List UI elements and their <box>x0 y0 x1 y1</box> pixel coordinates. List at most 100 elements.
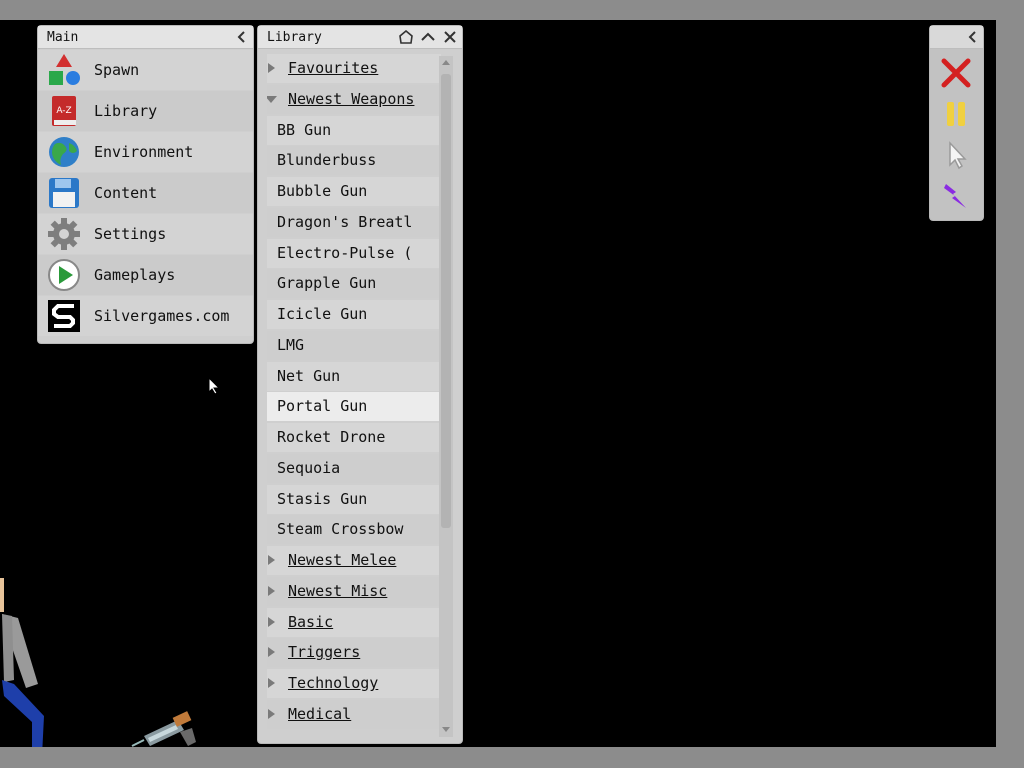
collapse-chevron-icon[interactable] <box>233 28 251 46</box>
chevron-up-icon[interactable] <box>419 28 437 46</box>
library-item[interactable]: Grapple Gun <box>267 269 441 299</box>
mouse-cursor-icon <box>208 377 220 395</box>
main-item-label: Spawn <box>94 61 140 79</box>
library-book-icon: A-Z <box>52 96 76 126</box>
library-item[interactable]: Icicle Gun <box>267 300 441 329</box>
main-item-gameplays[interactable]: Gameplays <box>38 255 253 295</box>
library-item-label: Portal Gun <box>277 397 368 416</box>
library-panel: Library Favourites Newest Weapons BB Gun Bl… <box>258 26 462 743</box>
library-category-label: Newest Melee <box>288 551 397 569</box>
library-category[interactable]: Newest Weapons <box>267 84 441 114</box>
globe-icon <box>49 137 79 167</box>
library-item-label: Stasis Gun <box>277 489 368 508</box>
library-category[interactable]: Technology <box>267 669 441 698</box>
main-panel: Main Spawn A-Z Library Environment Conte… <box>38 26 253 343</box>
library-item-label: Dragon's Breatl <box>277 212 413 231</box>
collapsed-triangle-icon[interactable] <box>268 63 275 73</box>
gear-icon <box>48 218 80 250</box>
collapsed-triangle-icon[interactable] <box>268 708 275 719</box>
library-category[interactable]: Newest Melee <box>267 546 441 575</box>
library-item[interactable]: Portal Gun <box>267 392 441 422</box>
syringe-item[interactable] <box>130 710 198 747</box>
main-item-label: Settings <box>94 225 167 243</box>
library-category-label: Newest Misc <box>288 581 388 600</box>
library-item-label: Rocket Drone <box>277 428 386 446</box>
svg-text:A-Z: A-Z <box>56 106 71 116</box>
main-item-label: Silvergames.com <box>94 307 230 325</box>
main-item-silvergames[interactable]: Silvergames.com <box>38 296 253 336</box>
library-item[interactable]: LMG <box>267 330 441 360</box>
library-item-label: Icicle Gun <box>277 305 368 323</box>
library-category-label: Newest Weapons <box>288 89 415 108</box>
main-item-environment[interactable]: Environment <box>38 132 253 172</box>
scrollbar-thumb[interactable] <box>441 74 451 528</box>
library-item-label: Electro-Pulse ( <box>277 243 413 262</box>
library-item[interactable]: Sequoia <box>267 453 441 483</box>
library-category[interactable]: Basic <box>267 607 441 637</box>
collapsed-triangle-icon[interactable] <box>268 616 275 627</box>
library-category-label: Technology <box>288 674 379 692</box>
collapsed-triangle-icon[interactable] <box>268 647 275 658</box>
library-category[interactable]: Newest Misc <box>267 576 441 606</box>
library-item[interactable]: Dragon's Breatl <box>267 207 441 237</box>
expanded-triangle-icon[interactable] <box>267 95 277 103</box>
library-item-label: Bubble Gun <box>277 182 368 200</box>
lightning-tool-icon[interactable] <box>940 180 972 212</box>
toolbar-panel-header[interactable] <box>930 26 983 49</box>
library-category-label: Favourites <box>288 59 379 77</box>
library-panel-header[interactable]: Library <box>258 26 462 49</box>
library-item[interactable]: Rocket Drone <box>267 423 441 452</box>
scroll-up-arrow-icon[interactable] <box>442 60 450 65</box>
library-item-label: Blunderbuss <box>277 151 377 170</box>
collapse-chevron-icon[interactable] <box>964 28 982 46</box>
library-scrollbar[interactable] <box>439 56 453 737</box>
library-item-label: Net Gun <box>277 366 341 385</box>
spawn-shapes-icon <box>49 54 80 85</box>
main-panel-title: Main <box>47 29 79 45</box>
main-menu-list: Spawn A-Z Library Environment Content Se… <box>38 50 253 336</box>
main-panel-header[interactable]: Main <box>38 26 253 49</box>
delete-tool-icon[interactable] <box>940 57 972 89</box>
pause-icon[interactable] <box>940 98 972 130</box>
scroll-down-arrow-icon[interactable] <box>442 727 450 732</box>
toolbar-panel <box>930 26 983 220</box>
library-category-label: Basic <box>288 612 334 631</box>
library-item[interactable]: BB Gun <box>267 115 441 145</box>
close-icon[interactable] <box>441 28 459 46</box>
main-item-label: Gameplays <box>94 266 176 284</box>
library-item-label: Grapple Gun <box>277 274 377 293</box>
silvergames-logo-icon <box>48 300 80 332</box>
collapsed-triangle-icon[interactable] <box>268 555 275 565</box>
library-item-label: LMG <box>277 335 305 354</box>
floppy-disk-icon <box>49 178 79 208</box>
main-item-spawn[interactable]: Spawn <box>38 50 253 90</box>
library-item-label: Sequoia <box>277 458 341 477</box>
collapsed-triangle-icon[interactable] <box>268 585 275 596</box>
library-item-label: Steam Crossbow <box>277 520 404 539</box>
library-item[interactable]: Electro-Pulse ( <box>267 238 441 268</box>
library-list: Favourites Newest Weapons BB Gun Blunderbus… <box>267 54 441 739</box>
library-item[interactable]: Stasis Gun <box>267 484 441 514</box>
library-category[interactable]: Triggers <box>267 638 441 668</box>
ragdoll-character[interactable] <box>0 556 50 747</box>
library-item-label: BB Gun <box>277 120 332 139</box>
main-item-label: Environment <box>94 143 194 161</box>
library-category-label: Medical <box>288 704 352 723</box>
library-category[interactable]: Medical <box>267 699 441 729</box>
main-item-settings[interactable]: Settings <box>38 214 253 254</box>
library-category-label: Triggers <box>288 643 361 662</box>
main-item-label: Library <box>94 102 158 120</box>
play-icon <box>48 259 80 291</box>
home-icon[interactable] <box>397 28 415 46</box>
library-item[interactable]: Bubble Gun <box>267 177 441 206</box>
main-item-content[interactable]: Content <box>38 173 253 213</box>
collapsed-triangle-icon[interactable] <box>268 678 275 688</box>
main-item-label: Content <box>94 184 158 202</box>
pointer-tool-icon[interactable] <box>940 139 972 171</box>
library-panel-title: Library <box>267 29 322 45</box>
library-category[interactable]: Favourites <box>267 54 441 83</box>
library-item[interactable]: Blunderbuss <box>267 146 441 176</box>
library-item[interactable]: Net Gun <box>267 361 441 391</box>
library-item[interactable]: Steam Crossbow <box>267 515 441 545</box>
main-item-library[interactable]: A-Z Library <box>38 91 253 131</box>
